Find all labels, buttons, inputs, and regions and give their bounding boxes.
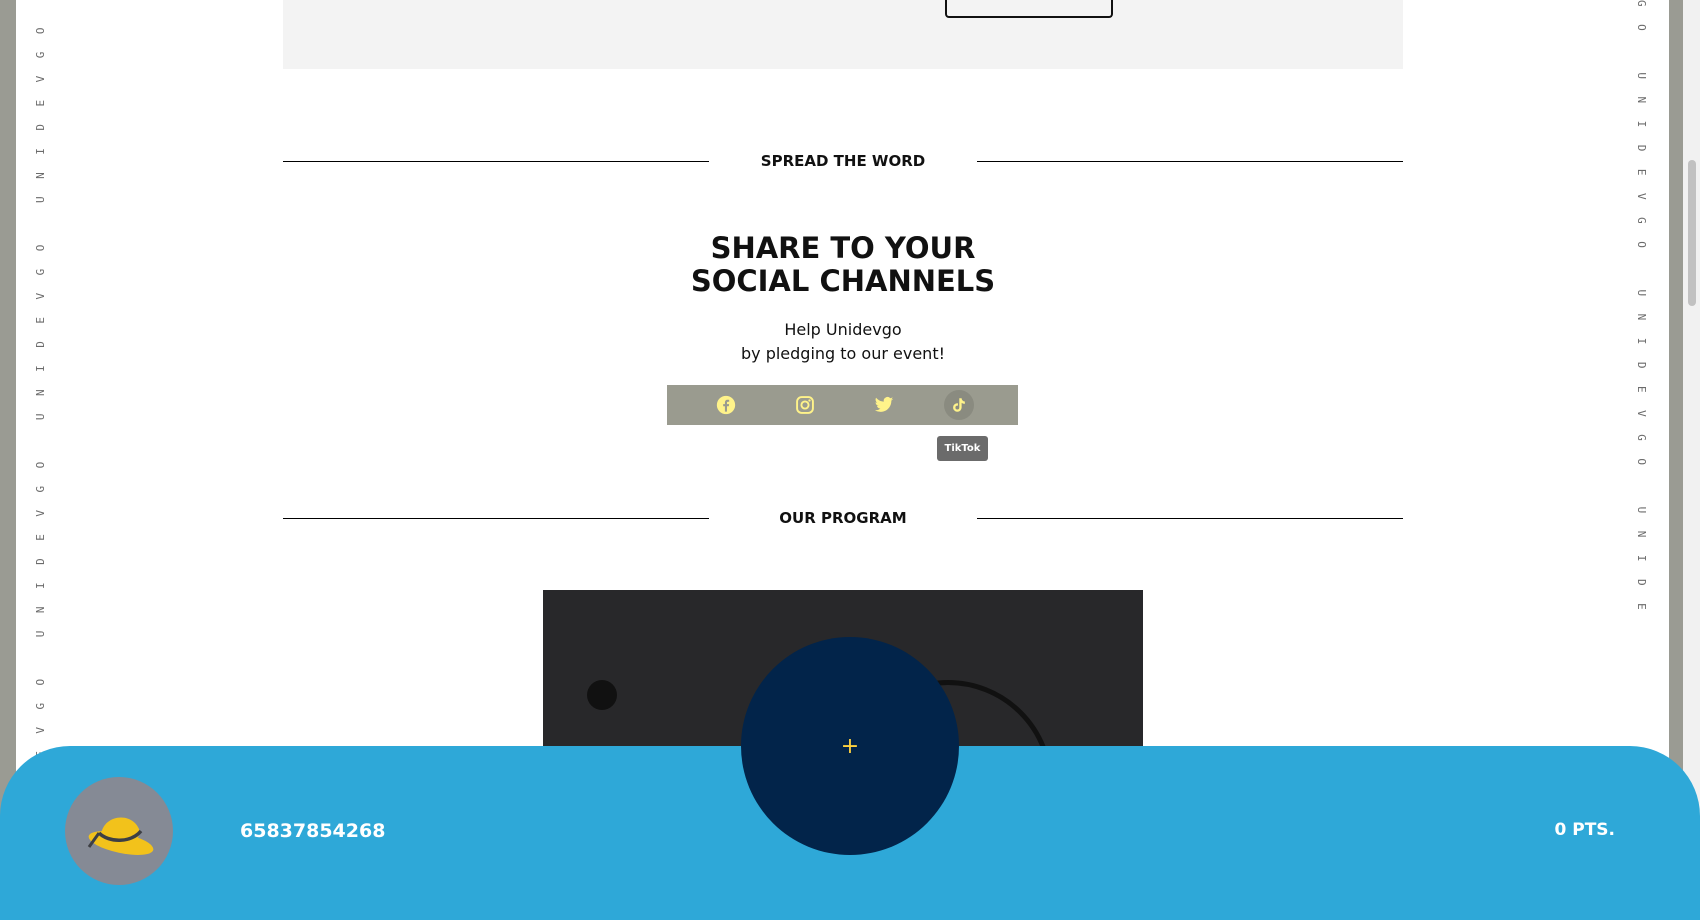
video-decor-dot [587, 680, 617, 710]
instagram-icon [796, 396, 814, 414]
twitter-share-button[interactable] [869, 390, 899, 420]
scrollbar-thumb[interactable] [1688, 160, 1696, 306]
our-program-heading: OUR PROGRAM [779, 509, 907, 527]
share-title-line2: SOCIAL CHANNELS [690, 264, 996, 298]
hat-icon [87, 817, 154, 855]
heading-rule-right [977, 161, 1403, 162]
share-title-line1: SHARE TO YOUR [710, 231, 976, 265]
social-share-bar [667, 385, 1018, 425]
points-counter: 0 PTS. [1554, 820, 1615, 840]
plus-icon: + [840, 733, 860, 759]
avatar[interactable] [65, 777, 173, 885]
share-subtitle-line2: by pledging to our event! [740, 344, 946, 363]
top-panel-button[interactable] [945, 0, 1113, 18]
user-id: 65837854268 [240, 820, 386, 842]
tiktok-icon [953, 398, 965, 412]
share-title: SHARE TO YOUR SOCIAL CHANNELS [583, 232, 1103, 298]
twitter-icon [874, 397, 894, 412]
instagram-share-button[interactable] [790, 390, 820, 420]
share-subtitle-line1: Help Unidevgo [784, 320, 902, 339]
right-brand-text: GO UNIDEVGO UNIDEVGO UNIDE [1635, 0, 1648, 628]
facebook-share-button[interactable] [711, 390, 741, 420]
top-gray-panel [283, 0, 1403, 69]
program-rule-left [283, 518, 709, 519]
tiktok-tooltip: TikTok [937, 436, 988, 461]
add-button[interactable]: + [741, 637, 959, 855]
left-brand-text: UNIDEVGO UNIDEVGO UNIDEVGO UNIDEVGO [34, 10, 47, 855]
program-rule-right [977, 518, 1403, 519]
tiktok-share-button[interactable] [944, 390, 974, 420]
heading-rule-left [283, 161, 709, 162]
spread-the-word-heading: SPREAD THE WORD [760, 152, 926, 170]
facebook-icon [716, 395, 736, 415]
share-subtitle: Help Unidevgo by pledging to our event! [583, 318, 1103, 366]
